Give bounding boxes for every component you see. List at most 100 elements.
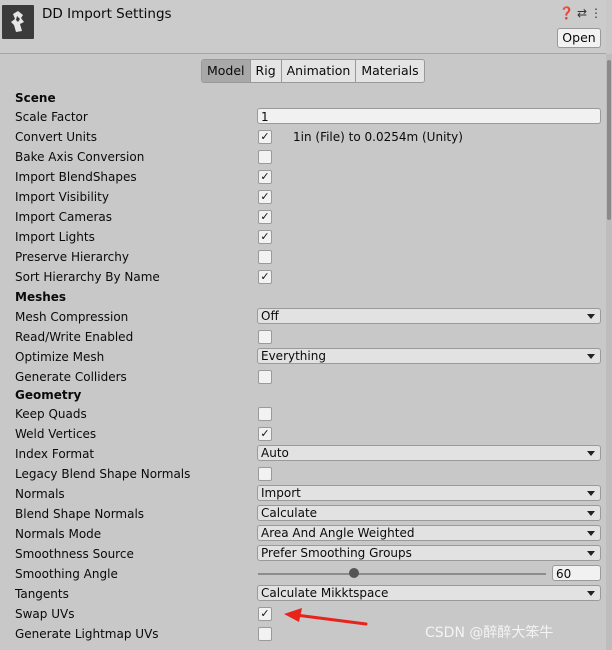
normals-mode-dropdown[interactable]: Area And Angle Weighted: [257, 525, 601, 541]
section-scene: Scene: [15, 91, 56, 105]
keep-quads-checkbox[interactable]: [258, 407, 272, 421]
more-icon[interactable]: ⋮: [590, 6, 605, 20]
chevron-down-icon: [587, 354, 595, 359]
chevron-down-icon: [587, 451, 595, 456]
import-visibility-label: Import Visibility: [15, 190, 109, 204]
tab-materials[interactable]: Materials: [356, 60, 424, 82]
import-blendshapes-label: Import BlendShapes: [15, 170, 137, 184]
help-icon[interactable]: ❓: [559, 6, 577, 20]
swap-uvs-checkbox[interactable]: ✓: [258, 607, 272, 621]
row-scale-factor: Scale Factor 1: [0, 107, 606, 127]
section-meshes: Meshes: [15, 290, 67, 304]
preserve-hierarchy-checkbox[interactable]: [258, 250, 272, 264]
row-smoothness-source: Smoothness Source Prefer Smoothing Group…: [0, 544, 606, 564]
chevron-down-icon: [587, 551, 595, 556]
generate-colliders-label: Generate Colliders: [15, 370, 127, 384]
optimize-mesh-dropdown[interactable]: Everything: [257, 348, 601, 364]
row-optimize-mesh: Optimize Mesh Everything: [0, 347, 606, 367]
row-legacy-blend: Legacy Blend Shape Normals: [0, 464, 606, 484]
import-lights-checkbox[interactable]: ✓: [258, 230, 272, 244]
blend-normals-label: Blend Shape Normals: [15, 507, 145, 521]
row-import-cameras: Import Cameras ✓: [0, 207, 606, 227]
header-icons: ❓⇄⋮: [559, 6, 605, 20]
blend-normals-dropdown[interactable]: Calculate: [257, 505, 601, 521]
tab-model[interactable]: Model: [202, 60, 251, 82]
keep-quads-label: Keep Quads: [15, 407, 87, 421]
lightmap-uvs-checkbox[interactable]: [258, 627, 272, 641]
row-keep-quads: Keep Quads: [0, 404, 606, 424]
slider-knob[interactable]: [349, 568, 359, 578]
generate-colliders-checkbox[interactable]: [258, 370, 272, 384]
normals-value: Import: [261, 486, 301, 500]
mesh-compression-value: Off: [261, 309, 279, 323]
row-weld-vertices: Weld Vertices ✓: [0, 424, 606, 444]
row-blend-normals: Blend Shape Normals Calculate: [0, 504, 606, 524]
index-format-dropdown[interactable]: Auto: [257, 445, 601, 461]
annotation-arrow-icon: [284, 608, 368, 626]
convert-units-checkbox[interactable]: ✓: [258, 130, 272, 144]
scale-factor-label: Scale Factor: [15, 110, 88, 124]
chevron-down-icon: [587, 531, 595, 536]
row-tangents: Tangents Calculate Mikktspace: [0, 584, 606, 604]
import-tabs: Model Rig Animation Materials: [201, 59, 425, 83]
tangents-label: Tangents: [15, 587, 69, 601]
smoothness-source-dropdown[interactable]: Prefer Smoothing Groups: [257, 545, 601, 561]
preset-sliders-icon[interactable]: ⇄: [577, 6, 590, 20]
smoothness-source-label: Smoothness Source: [15, 547, 134, 561]
sort-hierarchy-checkbox[interactable]: ✓: [258, 270, 272, 284]
row-import-visibility: Import Visibility ✓: [0, 187, 606, 207]
scrollbar-thumb[interactable]: [607, 60, 611, 220]
row-index-format: Index Format Auto: [0, 444, 606, 464]
import-cameras-checkbox[interactable]: ✓: [258, 210, 272, 224]
tangents-value: Calculate Mikktspace: [261, 586, 389, 600]
row-normals-mode: Normals Mode Area And Angle Weighted: [0, 524, 606, 544]
row-import-blendshapes: Import BlendShapes ✓: [0, 167, 606, 187]
import-visibility-checkbox[interactable]: ✓: [258, 190, 272, 204]
lightmap-uvs-label: Generate Lightmap UVs: [15, 627, 159, 641]
scale-factor-input[interactable]: 1: [257, 108, 601, 124]
normals-mode-value: Area And Angle Weighted: [261, 526, 415, 540]
import-cameras-label: Import Cameras: [15, 210, 112, 224]
tangents-dropdown[interactable]: Calculate Mikktspace: [257, 585, 601, 601]
smoothing-angle-label: Smoothing Angle: [15, 567, 118, 581]
chevron-down-icon: [587, 491, 595, 496]
mesh-compression-label: Mesh Compression: [15, 310, 129, 324]
open-button[interactable]: Open: [557, 28, 601, 48]
preserve-hierarchy-label: Preserve Hierarchy: [15, 250, 129, 264]
row-sort-hierarchy: Sort Hierarchy By Name ✓: [0, 267, 606, 287]
normals-dropdown[interactable]: Import: [257, 485, 601, 501]
sort-hierarchy-label: Sort Hierarchy By Name: [15, 270, 160, 284]
row-bake-axis: Bake Axis Conversion: [0, 147, 606, 167]
bake-axis-label: Bake Axis Conversion: [15, 150, 145, 164]
weld-vertices-checkbox[interactable]: ✓: [258, 427, 272, 441]
chevron-down-icon: [587, 314, 595, 319]
row-read-write: Read/Write Enabled: [0, 327, 606, 347]
optimize-mesh-label: Optimize Mesh: [15, 350, 105, 364]
row-normals: Normals Import: [0, 484, 606, 504]
import-blendshapes-checkbox[interactable]: ✓: [258, 170, 272, 184]
chevron-down-icon: [587, 511, 595, 516]
row-preserve-hierarchy: Preserve Hierarchy: [0, 247, 606, 267]
legacy-blend-label: Legacy Blend Shape Normals: [15, 467, 191, 481]
row-smoothing-angle: Smoothing Angle 60: [0, 564, 606, 584]
smoothing-angle-slider[interactable]: [258, 573, 546, 575]
smoothing-angle-input[interactable]: 60: [552, 565, 601, 581]
weld-vertices-label: Weld Vertices: [15, 427, 97, 441]
chevron-down-icon: [587, 591, 595, 596]
tab-rig[interactable]: Rig: [250, 60, 282, 82]
mesh-compression-dropdown[interactable]: Off: [257, 308, 601, 324]
row-import-lights: Import Lights ✓: [0, 227, 606, 247]
blend-normals-value: Calculate: [261, 506, 318, 520]
import-lights-label: Import Lights: [15, 230, 95, 244]
convert-units-note: 1in (File) to 0.0254m (Unity): [293, 130, 463, 144]
normals-mode-label: Normals Mode: [15, 527, 102, 541]
read-write-checkbox[interactable]: [258, 330, 272, 344]
smoothness-source-value: Prefer Smoothing Groups: [261, 546, 412, 560]
watermark: CSDN @醉醉大笨牛: [425, 625, 554, 641]
bake-axis-checkbox[interactable]: [258, 150, 272, 164]
row-mesh-compression: Mesh Compression Off: [0, 307, 606, 327]
legacy-blend-checkbox[interactable]: [258, 467, 272, 481]
tab-animation[interactable]: Animation: [281, 60, 357, 82]
row-convert-units: Convert Units ✓ 1in (File) to 0.0254m (U…: [0, 127, 606, 147]
row-generate-colliders: Generate Colliders: [0, 367, 606, 387]
